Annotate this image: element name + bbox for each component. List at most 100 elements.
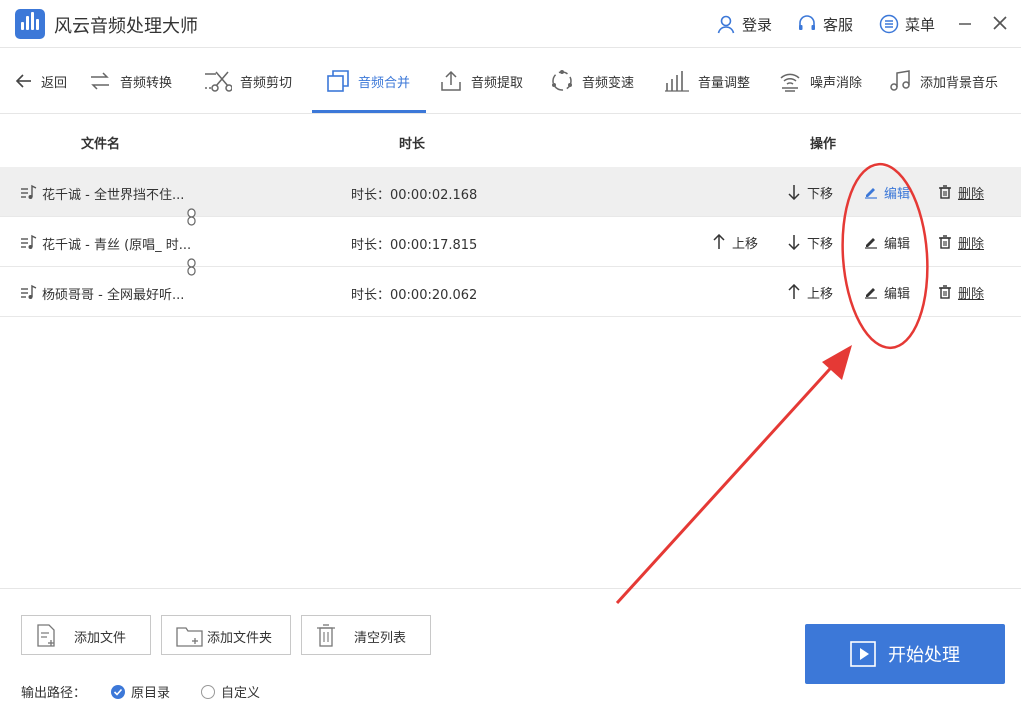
clear-list-button[interactable]: 清空列表: [301, 615, 431, 655]
menu-button[interactable]: 菜单: [879, 13, 935, 35]
title-bar: 风云音频处理大师 登录 客服 菜单: [0, 0, 1021, 48]
move-down-label: 下移: [807, 236, 834, 252]
add-file-button[interactable]: 添加文件: [21, 615, 151, 655]
delete-label: 删除: [958, 286, 985, 302]
tab-label: 音频转换: [120, 75, 173, 91]
tab-label: 音频合并: [358, 75, 411, 91]
tab-audio-cut[interactable]: 音频剪切: [204, 48, 292, 114]
annotation-arrow-line: [615, 358, 840, 605]
arrow-up-icon: [713, 234, 725, 249]
add-folder-button[interactable]: 添加文件夹: [161, 615, 291, 655]
table-row[interactable]: 杨硕哥哥 - 全网最好听... 时长：00:00:20.062 上移 编辑 删除: [0, 267, 1021, 317]
add-file-icon: [37, 624, 55, 647]
output-path-label: 输出路径：: [21, 686, 87, 701]
upload-icon: [441, 70, 461, 91]
edit-button[interactable]: 编辑: [864, 232, 910, 252]
add-folder-label: 添加文件夹: [207, 631, 273, 646]
clear-list-label: 清空列表: [354, 631, 407, 646]
tool-nav: 返回 音频转换 音频剪切 音频合并 音频提取 音频变速 音量调整 噪声消除 添加…: [0, 48, 1021, 114]
tab-noise-removal[interactable]: 噪声消除: [778, 48, 862, 114]
music-file-icon: [21, 284, 37, 299]
delete-button[interactable]: 删除: [938, 282, 984, 302]
scissors-icon: [205, 71, 232, 92]
file-duration: 时长：00:00:20.062: [351, 288, 478, 303]
app-title: 风云音频处理大师: [54, 16, 198, 37]
noise-wave-icon: [780, 73, 800, 92]
bottom-divider: [0, 588, 1021, 589]
radio-original-label: 原目录: [131, 686, 171, 701]
table-row[interactable]: 花千诚 - 青丝 (原唱_ 时... 时长：00:00:17.815 上移 下移…: [0, 217, 1021, 267]
trash-icon: [317, 624, 335, 647]
pencil-icon: [865, 238, 877, 249]
move-up-button[interactable]: 上移: [712, 232, 758, 252]
back-button[interactable]: 返回: [15, 48, 67, 114]
move-up-label: 上移: [732, 236, 759, 252]
radio-custom-dir[interactable]: 自定义: [201, 682, 260, 701]
service-button[interactable]: 客服: [797, 13, 853, 35]
speed-cycle-icon: [552, 70, 572, 91]
close-icon: [993, 16, 1007, 30]
radio-original-dir[interactable]: 原目录: [111, 682, 170, 701]
tab-audio-convert[interactable]: 音频转换: [88, 48, 172, 114]
delete-label: 删除: [958, 186, 985, 202]
music-note-icon: [890, 70, 910, 91]
add-file-label: 添加文件: [74, 631, 127, 646]
music-file-icon: [21, 184, 37, 199]
app-logo-icon: [15, 9, 45, 39]
trash-icon: [939, 235, 951, 249]
tab-label: 音频变速: [582, 75, 635, 91]
arrow-up-icon: [788, 284, 800, 299]
tab-label: 添加背景音乐: [920, 75, 999, 91]
move-down-button[interactable]: 下移: [787, 232, 833, 252]
minimize-button[interactable]: [956, 13, 976, 33]
file-name: 花千诚 - 全世界挡不住...: [42, 188, 185, 203]
back-label: 返回: [41, 75, 68, 91]
volume-bars-icon: [665, 71, 689, 92]
login-button[interactable]: 登录: [716, 13, 772, 35]
delete-label: 删除: [958, 236, 985, 252]
close-button[interactable]: [990, 13, 1010, 33]
header-duration: 时长: [399, 137, 426, 152]
chain-link-icon: [187, 258, 196, 276]
delete-button[interactable]: 删除: [938, 182, 984, 202]
edit-label: 编辑: [884, 286, 911, 302]
tab-label: 音频提取: [471, 75, 524, 91]
convert-icon: [91, 72, 109, 90]
move-up-button[interactable]: 上移: [787, 282, 833, 302]
active-tab-indicator: [312, 110, 426, 113]
tab-label: 音量调整: [698, 75, 751, 91]
minimize-icon: [959, 23, 971, 25]
tab-audio-extract[interactable]: 音频提取: [439, 48, 523, 114]
menu-list-icon: [879, 14, 899, 34]
chain-link-icon: [187, 208, 196, 226]
tab-volume-adjust[interactable]: 音量调整: [664, 48, 750, 114]
login-label: 登录: [742, 15, 773, 34]
delete-button[interactable]: 删除: [938, 232, 984, 252]
tab-label: 噪声消除: [810, 75, 863, 91]
tab-add-bgm[interactable]: 添加背景音乐: [888, 48, 998, 114]
table-row[interactable]: 花千诚 - 全世界挡不住... 时长：00:00:02.168 下移 编辑 删除: [0, 167, 1021, 217]
header-filename: 文件名: [81, 137, 121, 152]
move-down-button[interactable]: 下移: [787, 182, 833, 202]
arrow-down-icon: [788, 185, 800, 200]
arrow-left-icon: [15, 74, 31, 88]
table-header: 文件名 时长 操作: [0, 115, 1021, 167]
trash-icon: [939, 185, 951, 199]
menu-label: 菜单: [905, 15, 936, 34]
pencil-icon: [865, 288, 877, 299]
arrow-down-icon: [788, 235, 800, 250]
file-name: 花千诚 - 青丝 (原唱_ 时...: [42, 238, 192, 253]
radio-custom-label: 自定义: [221, 686, 261, 701]
edit-button[interactable]: 编辑: [864, 182, 910, 202]
file-name: 杨硕哥哥 - 全网最好听...: [42, 288, 185, 303]
header-operation: 操作: [810, 137, 837, 152]
service-label: 客服: [823, 15, 854, 34]
play-icon: [850, 641, 876, 667]
tab-audio-speed[interactable]: 音频变速: [550, 48, 634, 114]
edit-label: 编辑: [884, 186, 911, 202]
move-up-label: 上移: [807, 286, 834, 302]
edit-button[interactable]: 编辑: [864, 282, 910, 302]
start-processing-button[interactable]: 开始处理: [805, 624, 1005, 684]
tab-audio-merge[interactable]: 音频合并: [326, 48, 410, 114]
add-folder-icon: [176, 627, 203, 647]
